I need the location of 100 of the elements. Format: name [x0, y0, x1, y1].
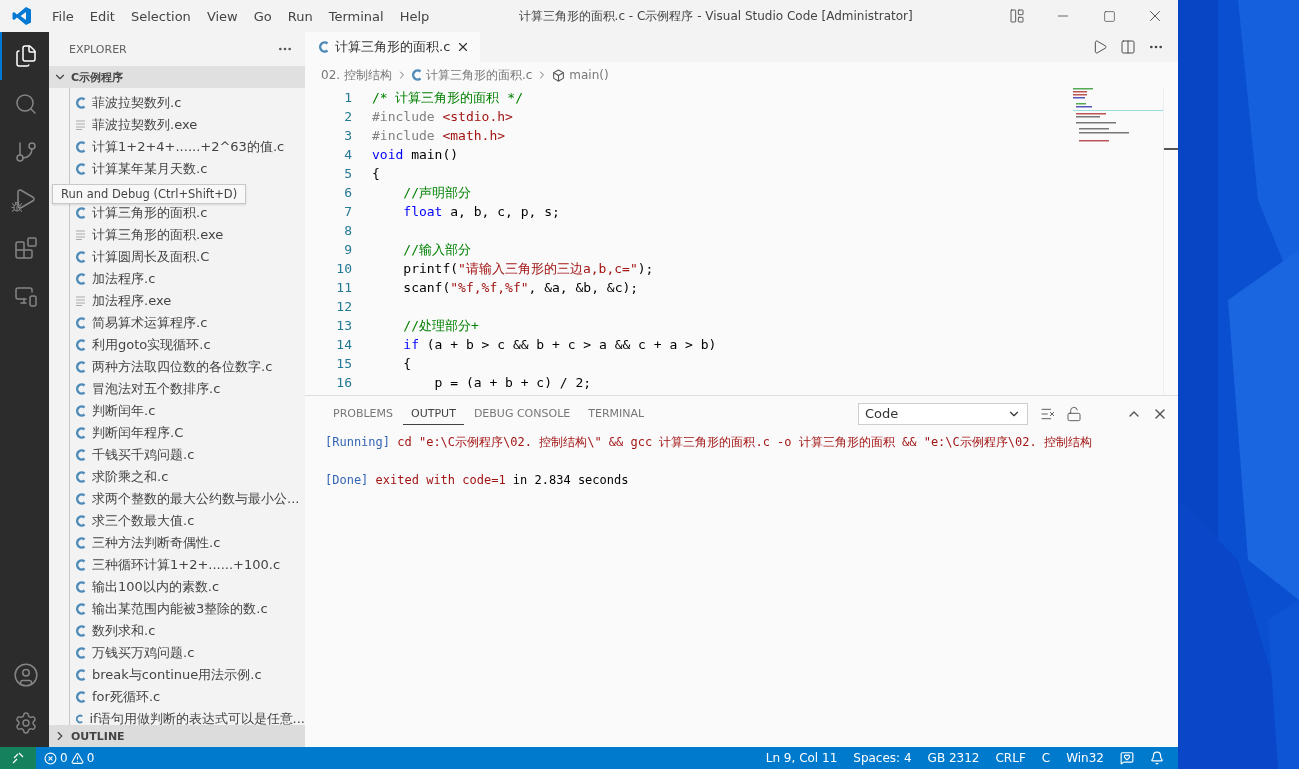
panel-tab[interactable]: DEBUG CONSOLE — [465, 402, 579, 425]
menu-item[interactable]: Edit — [81, 8, 123, 24]
scrollbar-thumb[interactable] — [1164, 148, 1178, 150]
code-line: void main() — [372, 146, 459, 164]
breadcrumb-item[interactable]: 计算三角形的面积.c — [425, 66, 533, 84]
line-number: 5 — [343, 165, 353, 183]
status-item[interactable]: GB 2312 — [919, 751, 988, 765]
c-file-icon — [76, 537, 86, 549]
search-icon[interactable] — [13, 92, 38, 116]
window-title: 计算三角形的面积.c - C示例程序 - Visual Studio Code [Administrator] — [517, 7, 914, 25]
folder-row[interactable]: C示例程序 — [49, 66, 305, 88]
menu-item[interactable]: Help — [391, 8, 438, 24]
remote-icon — [12, 752, 24, 764]
warning-count[interactable]: 0 — [86, 751, 95, 765]
status-item[interactable]: C — [1033, 751, 1059, 765]
code-line: /* 计算三角形的面积 */ — [372, 89, 523, 107]
maximize-icon[interactable] — [1102, 9, 1116, 23]
app-logo-icon — [12, 6, 32, 26]
menu-item[interactable]: Run — [279, 8, 321, 24]
panel-tab[interactable]: OUTPUT — [403, 402, 464, 425]
error-count[interactable]: 0 — [60, 751, 68, 765]
extensions-icon[interactable] — [13, 236, 38, 260]
bell-icon[interactable] — [1150, 751, 1164, 765]
status-item[interactable]: Ln 9, Col 11 — [757, 751, 846, 765]
c-file-icon — [76, 207, 86, 219]
c-file-icon — [76, 141, 86, 153]
menu-item[interactable]: Terminal — [320, 8, 392, 24]
code-line: p = (a + b + c) / 2; — [433, 374, 592, 392]
explorer-file[interactable]: 两种方法取四位数的各位数字.c — [92, 358, 273, 376]
explorer-file[interactable]: 求三个数最大值.c — [92, 512, 195, 530]
explorer-file[interactable]: 数列求和.c — [92, 622, 156, 640]
explorer-file[interactable]: 求阶乘之和.c — [92, 468, 169, 486]
explorer-file[interactable]: 三种循环计算1+2+......+100.c — [92, 556, 281, 574]
explorer-file[interactable]: 万钱买万鸡问题.c — [92, 644, 195, 662]
explorer-file[interactable]: 三种方法判断奇偶性.c — [92, 534, 221, 552]
c-file-icon — [76, 559, 86, 571]
explorer-file[interactable]: 利用goto实现循环.c — [92, 336, 211, 354]
c-file-icon — [76, 449, 86, 461]
explorer-file[interactable]: 千钱买千鸡问题.c — [92, 446, 195, 464]
status-item[interactable]: Spaces: 4 — [845, 751, 920, 765]
explorer-file[interactable]: 输出某范围内能被3整除的数.c — [92, 600, 268, 618]
panel-tab[interactable]: PROBLEMS — [325, 402, 402, 425]
c-file-icon — [76, 427, 86, 439]
files-icon[interactable] — [13, 44, 38, 68]
c-file-icon — [76, 647, 86, 659]
explorer-file[interactable]: break与continue用法示例.c — [92, 666, 262, 684]
output-channel-dropdown[interactable]: Code — [858, 402, 1028, 425]
explorer-file[interactable]: 判断闰年程序.C — [92, 424, 184, 442]
explorer-file[interactable]: 简易算术运算程序.c — [92, 314, 208, 332]
run-icon[interactable] — [1092, 39, 1108, 55]
explorer-file[interactable]: 菲波拉契数列.c — [92, 94, 182, 112]
explorer-file[interactable]: 计算圆周长及面积.C — [92, 248, 210, 266]
menu-item[interactable]: Go — [245, 8, 280, 24]
editor-tab[interactable]: 计算三角形的面积.c — [305, 32, 481, 62]
warning-icon — [70, 751, 84, 765]
explorer-file[interactable]: 判断闰年.c — [92, 402, 156, 420]
remote-monitor-icon[interactable] — [13, 284, 38, 308]
settings-icon[interactable] — [13, 711, 38, 735]
explorer-file[interactable]: 输出100以内的素数.c — [92, 578, 220, 596]
line-number: 3 — [343, 127, 353, 145]
explorer-file[interactable]: 菲波拉契数列.exe — [92, 116, 198, 134]
menu-item[interactable]: File — [44, 8, 82, 24]
explorer-file[interactable]: 加法程序.c — [92, 270, 156, 288]
line-number: 10 — [335, 260, 353, 278]
lines-file-icon — [76, 296, 86, 306]
c-file-icon — [76, 361, 86, 373]
outline-header[interactable]: OUTLINE — [49, 725, 305, 747]
explorer-file[interactable]: 求两个整数的最大公约数与最小公... — [92, 490, 300, 508]
explorer-file[interactable]: if语句用做判断的表达式可以是任意... — [89, 710, 305, 725]
lines-file-icon — [76, 230, 86, 240]
panel-tab[interactable]: TERMINAL — [580, 402, 653, 425]
line-number: 6 — [343, 184, 353, 202]
line-number: 13 — [335, 317, 353, 335]
unlock-icon[interactable] — [1066, 405, 1082, 422]
explorer-file[interactable]: for死循环.c — [92, 688, 161, 706]
explorer-file[interactable]: 计算三角形的面积.c — [92, 204, 208, 222]
c-file-icon — [76, 251, 86, 263]
menu-item[interactable]: View — [198, 8, 246, 24]
account-icon[interactable] — [12, 662, 39, 688]
status-item[interactable]: CRLF — [987, 751, 1034, 765]
code-line: //处理部分+ — [402, 317, 479, 335]
explorer-file[interactable]: 计算1+2+4+......+2^63的值.c — [92, 138, 285, 156]
breadcrumb-item[interactable]: main() — [569, 68, 609, 82]
layout-icon[interactable] — [1009, 8, 1025, 24]
menu-item[interactable]: Selection — [122, 8, 199, 24]
c-file-icon — [76, 515, 86, 527]
line-number: 9 — [343, 241, 353, 259]
explorer-file[interactable]: 计算三角形的面积.exe — [92, 226, 224, 244]
explorer-file[interactable]: 计算某年某月天数.c — [92, 160, 208, 178]
code-line: if (a + b > c && b + c > a && c + a > b) — [402, 336, 717, 354]
status-item[interactable]: Win32 — [1058, 751, 1112, 765]
explorer-file[interactable]: 冒泡法对五个数排序.c — [92, 380, 221, 398]
split-editor-icon[interactable] — [1120, 39, 1136, 55]
code-line: float a, b, c, p, s; — [402, 203, 560, 221]
feedback-icon[interactable] — [1120, 751, 1134, 765]
breadcrumb-item[interactable]: 02. 控制结构 — [321, 66, 392, 84]
explorer-file[interactable]: 加法程序.exe — [92, 292, 172, 310]
code-line: //输入部分 — [402, 241, 471, 259]
code-line: //声明部分 — [402, 184, 471, 202]
branch-icon[interactable] — [13, 140, 38, 164]
